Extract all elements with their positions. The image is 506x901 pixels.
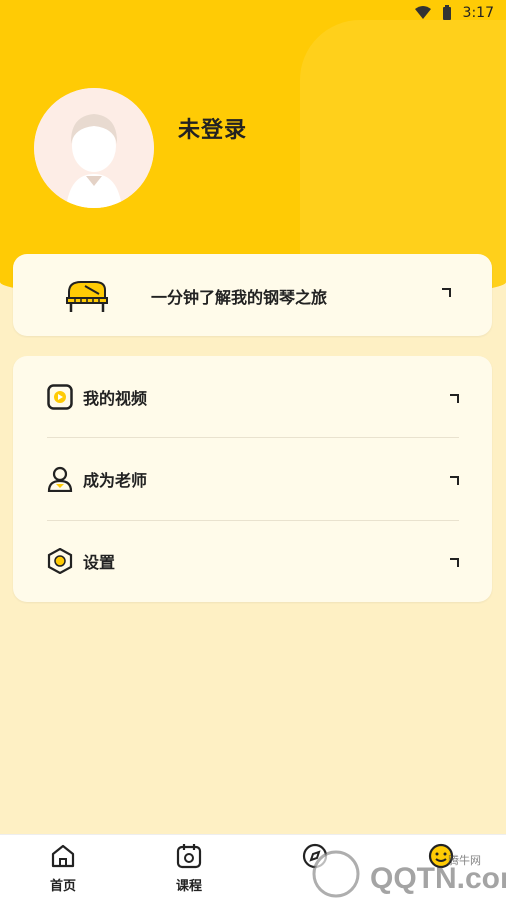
avatar[interactable] xyxy=(34,88,154,208)
home-icon xyxy=(50,843,76,869)
username[interactable]: 未登录 xyxy=(178,112,247,144)
tab-discover[interactable] xyxy=(275,843,355,875)
chevron-right-icon xyxy=(448,554,460,567)
bottom-tab-bar: 首页 课程 xyxy=(0,834,506,901)
grand-piano-icon xyxy=(65,278,109,314)
tab-courses[interactable]: 课程 xyxy=(149,843,229,894)
profile-smile-icon xyxy=(428,843,454,869)
video-icon xyxy=(47,384,73,410)
chevron-right-icon xyxy=(448,390,460,403)
menu-item-my-videos[interactable]: 我的视频 xyxy=(13,356,492,438)
menu-item-become-teacher[interactable]: 成为老师 xyxy=(13,438,492,520)
status-time: 3:17 xyxy=(462,5,494,21)
discover-icon xyxy=(302,843,328,869)
piano-journey-banner[interactable]: 一分钟了解我的钢琴之旅 xyxy=(13,254,492,336)
settings-hexagon-icon xyxy=(47,548,73,574)
tab-home[interactable]: 首页 xyxy=(23,843,103,894)
calendar-icon xyxy=(176,843,202,869)
menu-item-settings[interactable]: 设置 xyxy=(13,520,492,602)
banner-label: 一分钟了解我的钢琴之旅 xyxy=(151,288,328,307)
default-avatar-icon xyxy=(34,88,154,208)
menu-item-label: 设置 xyxy=(83,553,116,572)
teacher-icon xyxy=(47,466,73,492)
chevron-right-icon xyxy=(440,284,452,297)
tab-label: 首页 xyxy=(49,879,76,894)
menu-card: 我的视频 成为老师 设置 xyxy=(13,356,492,602)
battery-icon xyxy=(439,5,455,21)
status-bar: 3:17 xyxy=(0,0,506,26)
menu-item-label: 成为老师 xyxy=(83,471,148,490)
tab-label: 课程 xyxy=(175,879,202,894)
tab-profile[interactable] xyxy=(401,843,481,875)
chevron-right-icon xyxy=(448,472,460,485)
menu-item-label: 我的视频 xyxy=(83,389,148,408)
wifi-icon xyxy=(414,5,431,21)
